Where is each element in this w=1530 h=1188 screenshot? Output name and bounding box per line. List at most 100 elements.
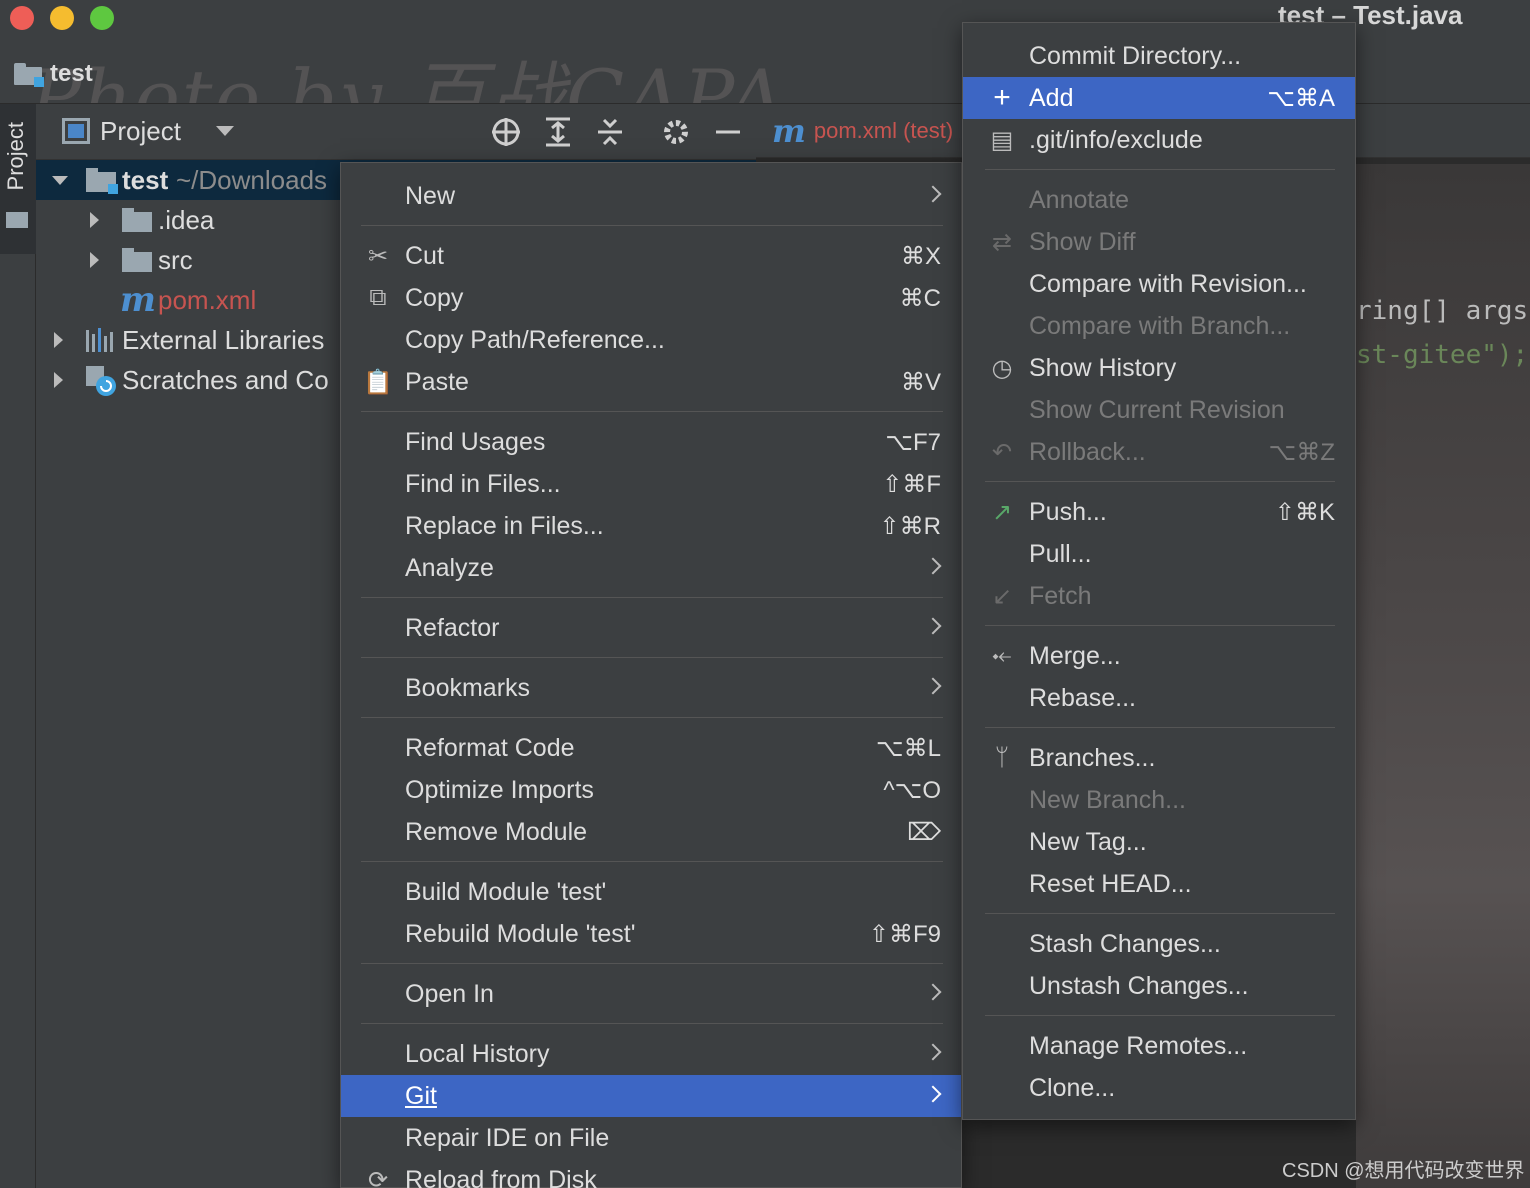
chevron-right-icon[interactable]	[54, 372, 63, 388]
git-item-merge[interactable]: ⤝ Merge...	[963, 635, 1355, 677]
menu-item-label: Reload from Disk	[405, 1165, 597, 1188]
git-item-add[interactable]: + Add ⌥⌘A	[963, 77, 1355, 119]
git-item-push[interactable]: ↗ Push... ⇧⌘K	[963, 491, 1355, 533]
git-item-branches[interactable]: ᛘ Branches...	[963, 737, 1355, 779]
menu-item-find-in-files[interactable]: Find in Files... ⇧⌘F	[341, 463, 961, 505]
git-item-new-branch[interactable]: New Branch...	[963, 779, 1355, 821]
menu-item-optimize-imports[interactable]: Optimize Imports ^⌥O	[341, 769, 961, 811]
git-item-show-current-revision[interactable]: Show Current Revision	[963, 389, 1355, 431]
chevron-right-icon[interactable]	[90, 212, 99, 228]
menu-item-paste[interactable]: 📋 Paste ⌘V	[341, 361, 961, 403]
menu-item-reformat-code[interactable]: Reformat Code ⌥⌘L	[341, 727, 961, 769]
menu-item-rebuild-module[interactable]: Rebuild Module 'test' ⇧⌘F9	[341, 913, 961, 955]
chevron-down-icon[interactable]	[52, 176, 68, 185]
menu-item-refactor[interactable]: Refactor	[341, 607, 961, 649]
minimize-window-button[interactable]	[50, 6, 74, 30]
chevron-right-icon[interactable]	[90, 252, 99, 268]
menu-item-repair-ide[interactable]: Repair IDE on File	[341, 1117, 961, 1159]
menu-item-label: Push...	[1029, 497, 1107, 526]
project-tool-tab[interactable]: Project	[0, 104, 36, 254]
menu-separator	[985, 481, 1335, 482]
context-menu: New ✂ Cut ⌘X ⧉ Copy ⌘C Copy Path/Reference..…	[340, 162, 962, 1188]
git-item-fetch[interactable]: ↙ Fetch	[963, 575, 1355, 617]
menu-item-label: Open In	[405, 979, 494, 1008]
menu-item-label: Fetch	[1029, 581, 1092, 610]
menu-item-find-usages[interactable]: Find Usages ⌥F7	[341, 421, 961, 463]
editor-tab-label: pom.xml (test)	[813, 118, 954, 143]
merge-icon: ⤝	[992, 642, 1012, 669]
clock-icon: ◷	[991, 354, 1013, 382]
menu-item-label: Repair IDE on File	[405, 1123, 610, 1152]
menu-item-cut[interactable]: ✂ Cut ⌘X	[341, 235, 961, 277]
git-item-pull[interactable]: Pull...	[963, 533, 1355, 575]
git-item-annotate[interactable]: Annotate	[963, 179, 1355, 221]
hide-panel-icon[interactable]	[712, 116, 744, 148]
menu-item-shortcut: ⌘C	[899, 284, 941, 312]
push-arrow-icon: ↗	[991, 498, 1013, 526]
close-window-button[interactable]	[10, 6, 34, 30]
git-item-manage-remotes[interactable]: Manage Remotes...	[963, 1025, 1355, 1067]
reload-icon: ⟳	[367, 1166, 389, 1188]
gear-icon[interactable]	[660, 116, 692, 148]
menu-item-label: Pull...	[1029, 539, 1092, 568]
menu-item-replace-in-files[interactable]: Replace in Files... ⇧⌘R	[341, 505, 961, 547]
menu-item-reload-from-disk[interactable]: ⟳ Reload from Disk	[341, 1159, 961, 1188]
menu-item-bookmarks[interactable]: Bookmarks	[341, 667, 961, 709]
diff-icon: ⇄	[991, 228, 1013, 256]
menu-separator	[361, 225, 943, 226]
editor-tab-pom[interactable]: m pom.xml (test)	[756, 104, 953, 158]
collapse-all-icon[interactable]	[594, 116, 626, 148]
git-item-rollback[interactable]: ↶ Rollback... ⌥⌘Z	[963, 431, 1355, 473]
photo-watermark: Photo by 百战CAPA	[30, 53, 787, 104]
git-item-clone[interactable]: Clone...	[963, 1067, 1355, 1109]
git-item-rebase[interactable]: Rebase...	[963, 677, 1355, 719]
maximize-window-button[interactable]	[90, 6, 114, 30]
menu-item-local-history[interactable]: Local History	[341, 1033, 961, 1075]
ignore-file-icon: ▤	[990, 126, 1014, 154]
menu-separator	[361, 597, 943, 598]
menu-item-analyze[interactable]: Analyze	[341, 547, 961, 589]
menu-item-remove-module[interactable]: Remove Module ⌦	[341, 811, 961, 853]
menu-item-label: Paste	[405, 367, 469, 396]
menu-item-build-module[interactable]: Build Module 'test'	[341, 871, 961, 913]
git-item-unstash-changes[interactable]: Unstash Changes...	[963, 965, 1355, 1007]
fetch-icon: ↙	[991, 582, 1013, 610]
undo-icon: ↶	[991, 438, 1013, 466]
menu-item-label: Annotate	[1029, 185, 1130, 214]
maven-icon: m	[772, 112, 806, 150]
git-item-stash-changes[interactable]: Stash Changes...	[963, 923, 1355, 965]
breadcrumb-project-label: test	[50, 60, 93, 87]
menu-item-new[interactable]: New	[341, 175, 961, 217]
git-item-compare-with-branch[interactable]: Compare with Branch...	[963, 305, 1355, 347]
menu-separator	[361, 717, 943, 718]
git-item-show-history[interactable]: ◷ Show History	[963, 347, 1355, 389]
menu-separator	[985, 1015, 1335, 1016]
git-item-commit-directory[interactable]: Commit Directory...	[963, 35, 1355, 77]
menu-item-open-in[interactable]: Open In	[341, 973, 961, 1015]
menu-item-copy-path[interactable]: Copy Path/Reference...	[341, 319, 961, 361]
scratches-icon	[84, 364, 118, 398]
git-item-git-info-exclude[interactable]: ▤ .git/info/exclude	[963, 119, 1355, 161]
project-view-selector[interactable]: Project	[100, 116, 181, 147]
tool-window-stripe: Project	[0, 104, 36, 1188]
chevron-right-icon[interactable]	[54, 332, 63, 348]
menu-item-label: New	[405, 181, 456, 210]
menu-item-copy[interactable]: ⧉ Copy ⌘C	[341, 277, 961, 319]
menu-item-label: Show Current Revision	[1029, 395, 1285, 424]
menu-item-git[interactable]: Git	[341, 1075, 961, 1117]
git-item-show-diff[interactable]: ⇄ Show Diff	[963, 221, 1355, 263]
menu-item-label: New Tag...	[1029, 827, 1147, 856]
code-line: ring[] args)	[1356, 296, 1530, 326]
menu-item-label: Reformat Code	[405, 733, 575, 762]
git-item-new-tag[interactable]: New Tag...	[963, 821, 1355, 863]
locate-target-icon[interactable]	[490, 116, 522, 148]
menu-separator	[985, 625, 1335, 626]
breadcrumb-project[interactable]: test	[14, 60, 93, 88]
git-item-compare-with-revision[interactable]: Compare with Revision...	[963, 263, 1355, 305]
expand-all-icon[interactable]	[542, 116, 574, 148]
chevron-right-icon	[924, 677, 942, 695]
chevron-down-icon[interactable]	[216, 126, 234, 136]
menu-separator	[361, 1023, 943, 1024]
git-item-reset-head[interactable]: Reset HEAD...	[963, 863, 1355, 905]
paste-icon: 📋	[363, 368, 393, 396]
